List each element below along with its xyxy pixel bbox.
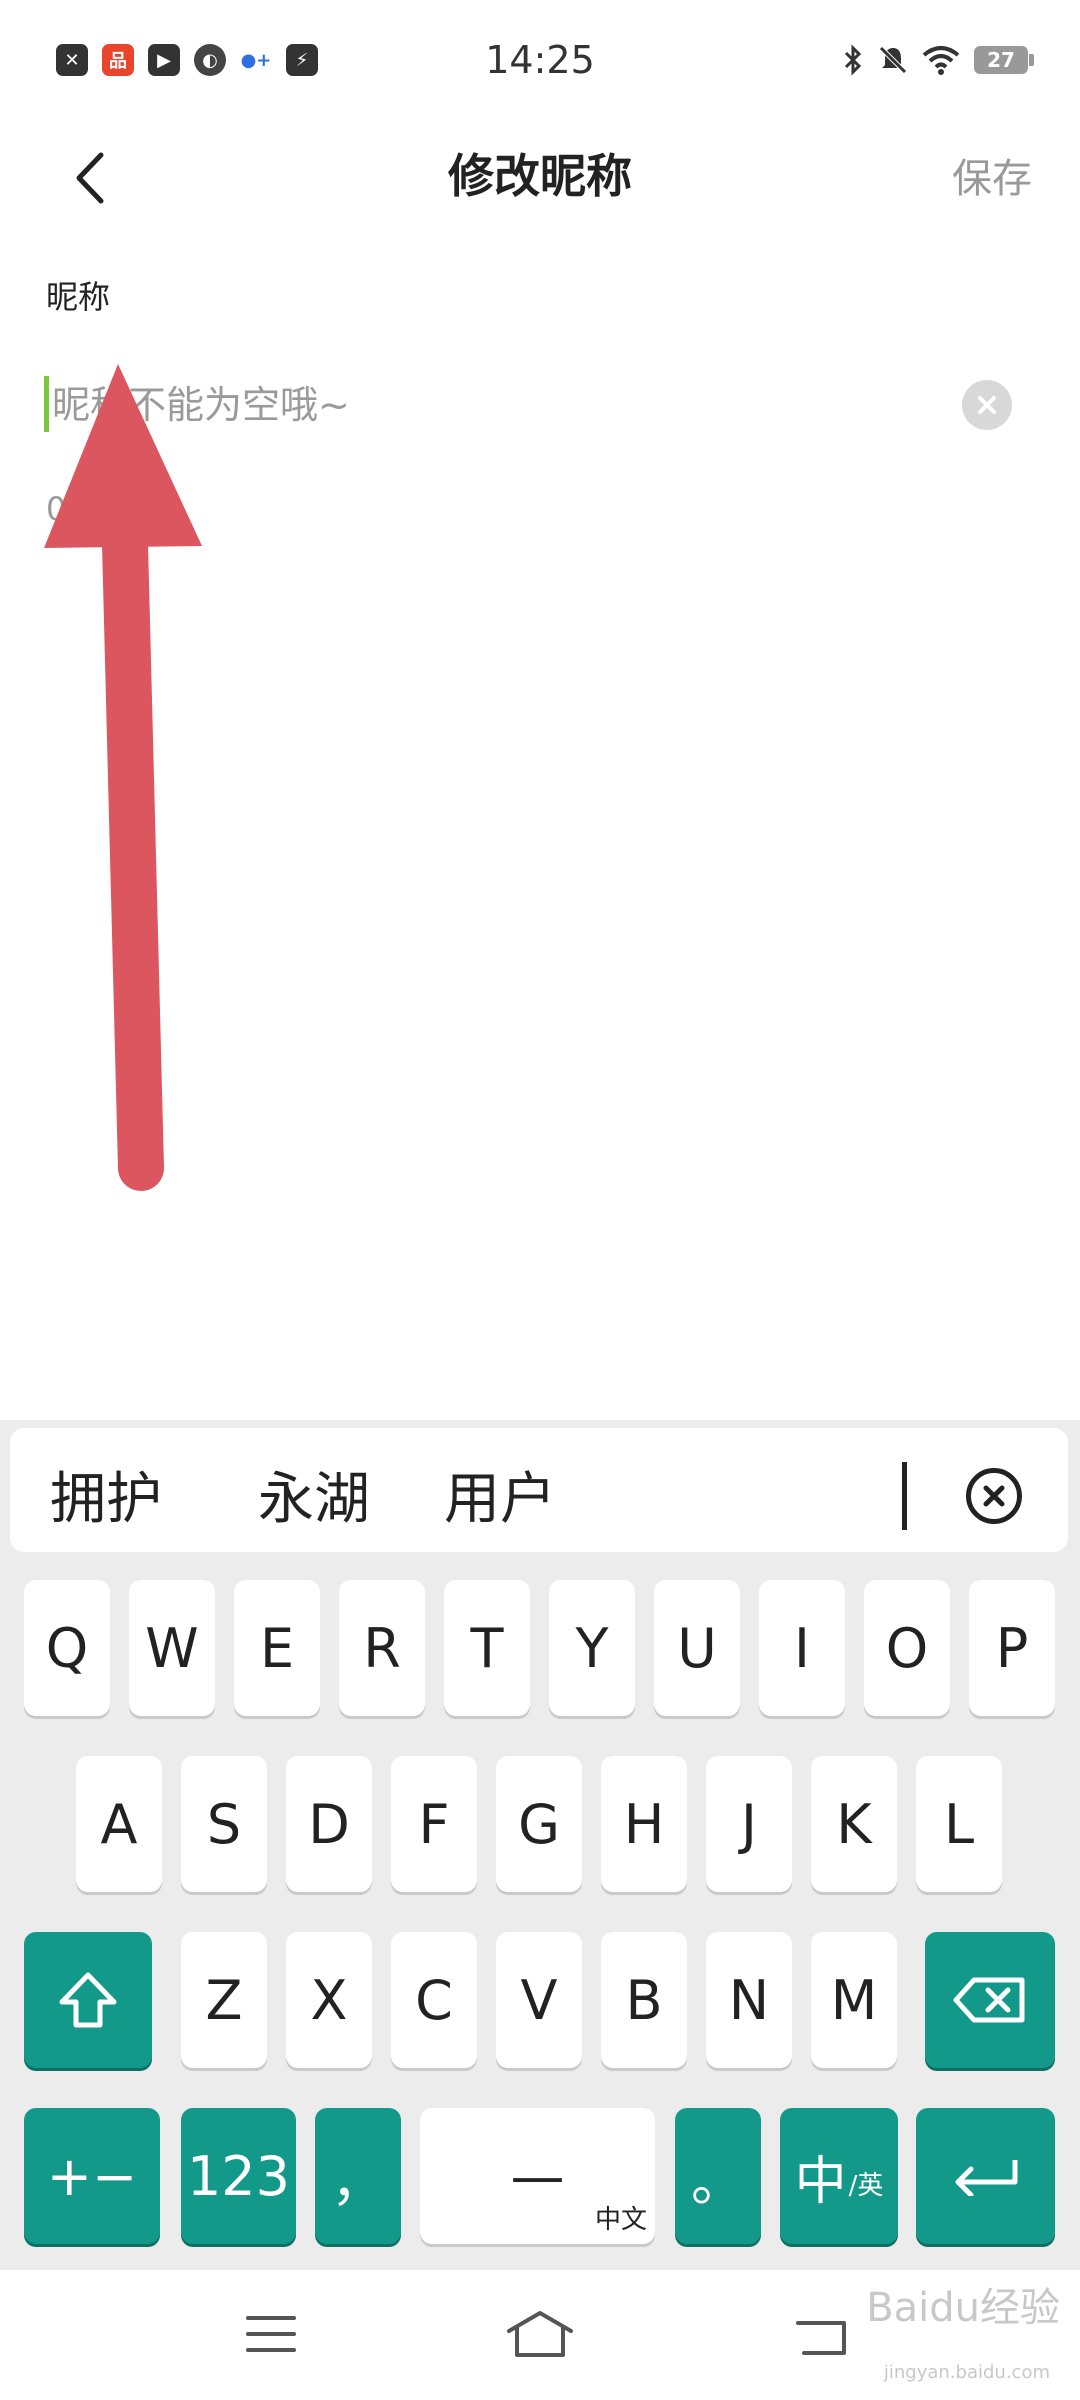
baidu-watermark: Baidu经验 xyxy=(866,2285,1060,2331)
baidu-watermark-url: jingyan.baidu.com xyxy=(883,2362,1050,2383)
mute-icon xyxy=(879,46,907,74)
key-c[interactable]: C xyxy=(391,1932,477,2068)
key-t[interactable]: T xyxy=(444,1580,530,1716)
candidate-word[interactable]: 拥护 xyxy=(50,1454,162,1535)
lang-sub-label: /英 xyxy=(848,2170,884,2201)
key-x[interactable]: X xyxy=(286,1932,372,2068)
candidate-bar: 拥护 永湖 用户 xyxy=(10,1428,1068,1552)
status-bar: ✕ 品 ▶ ◐ ●+ ⚡ 14:25 27 xyxy=(0,0,1080,120)
key-a[interactable]: A xyxy=(76,1756,162,1892)
status-right-icons: 27 xyxy=(842,44,1034,76)
key-r[interactable]: R xyxy=(339,1580,425,1716)
key-m[interactable]: M xyxy=(811,1932,897,2068)
enter-icon xyxy=(955,2160,1017,2196)
char-count: 0 xyxy=(46,490,67,528)
key-g[interactable]: G xyxy=(496,1756,582,1892)
lang-main-label: 中 xyxy=(794,2151,847,2212)
key-f[interactable]: F xyxy=(391,1756,477,1892)
candidate-word[interactable]: 永湖 xyxy=(258,1454,370,1535)
period-key[interactable]: 。 xyxy=(675,2108,761,2244)
key-n[interactable]: N xyxy=(706,1932,792,2068)
comma-key[interactable]: ， xyxy=(315,2108,401,2244)
battery-icon: 27 xyxy=(974,46,1034,74)
key-l[interactable]: L xyxy=(916,1756,1002,1892)
numbers-key[interactable]: 123 xyxy=(181,2108,296,2244)
text-caret xyxy=(44,376,49,432)
shift-key[interactable] xyxy=(24,1932,152,2068)
key-e[interactable]: E xyxy=(234,1580,320,1716)
bluetooth-icon xyxy=(844,44,862,76)
keyboard: 拥护 永湖 用户 Q W E R T Y U I O P A S D F G H… xyxy=(0,1420,1080,2270)
key-u[interactable]: U xyxy=(654,1580,740,1716)
key-b[interactable]: B xyxy=(601,1932,687,2068)
header: 修改昵称 保存 xyxy=(0,120,1080,230)
nickname-input-row xyxy=(44,360,1036,450)
clear-input-button[interactable] xyxy=(962,380,1012,430)
wifi-icon xyxy=(922,46,960,75)
key-y[interactable]: Y xyxy=(549,1580,635,1716)
nickname-label: 昵称 xyxy=(46,278,111,316)
key-h[interactable]: H xyxy=(601,1756,687,1892)
home-button[interactable] xyxy=(500,2304,580,2364)
nickname-input[interactable] xyxy=(52,368,952,442)
space-key[interactable]: — 中文 xyxy=(420,2108,655,2244)
key-v[interactable]: V xyxy=(496,1932,582,2068)
enter-key[interactable] xyxy=(916,2108,1055,2244)
key-d[interactable]: D xyxy=(286,1756,372,1892)
backspace-icon xyxy=(953,1977,1025,2023)
close-icon xyxy=(983,1485,1005,1507)
space-label: — xyxy=(510,2144,565,2208)
key-p[interactable]: P xyxy=(969,1580,1055,1716)
key-w[interactable]: W xyxy=(129,1580,215,1716)
candidate-word[interactable]: 用户 xyxy=(444,1454,556,1535)
menu-icon xyxy=(246,2316,296,2352)
candidate-clear-button[interactable] xyxy=(966,1468,1022,1524)
key-s[interactable]: S xyxy=(181,1756,267,1892)
save-button[interactable]: 保存 xyxy=(952,146,1032,204)
space-sub-label: 中文 xyxy=(594,2205,647,2235)
shift-icon xyxy=(59,1972,117,2028)
candidate-separator xyxy=(902,1462,907,1530)
key-o[interactable]: O xyxy=(864,1580,950,1716)
key-k[interactable]: K xyxy=(811,1756,897,1892)
return-icon xyxy=(796,2321,846,2355)
key-i[interactable]: I xyxy=(759,1580,845,1716)
symbols-key[interactable]: +− xyxy=(24,2108,160,2244)
page-title: 修改昵称 xyxy=(448,149,632,203)
home-icon xyxy=(507,2311,573,2357)
key-q[interactable]: Q xyxy=(24,1580,110,1716)
key-z[interactable]: Z xyxy=(181,1932,267,2068)
back-nav-button[interactable] xyxy=(784,2304,864,2364)
close-icon xyxy=(978,396,996,414)
key-j[interactable]: J xyxy=(706,1756,792,1892)
menu-button[interactable] xyxy=(231,2304,311,2364)
backspace-key[interactable] xyxy=(925,1932,1055,2068)
language-switch-key[interactable]: 中 /英 xyxy=(780,2108,898,2244)
